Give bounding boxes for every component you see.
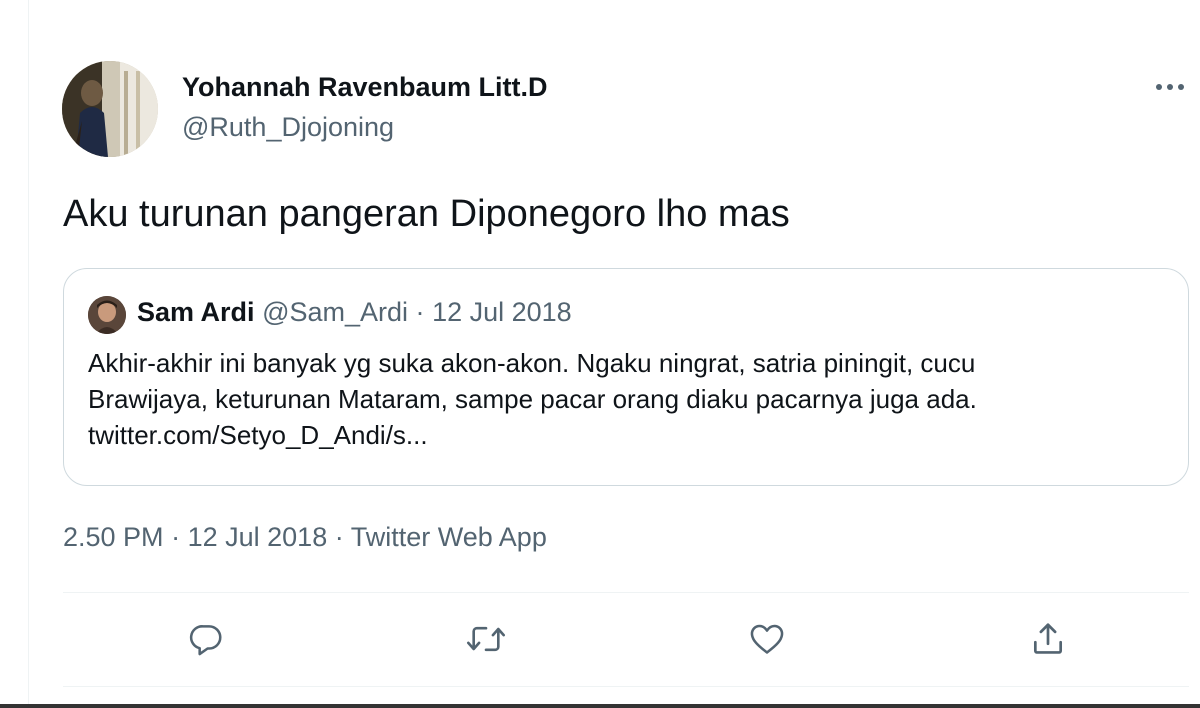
quoted-author-handle[interactable]: @Sam_Ardi xyxy=(262,297,408,327)
like-button[interactable] xyxy=(742,614,792,664)
quoted-separator: · xyxy=(415,297,425,327)
avatar-photo xyxy=(62,61,158,157)
column-border xyxy=(28,0,29,708)
screen-edge xyxy=(0,704,1200,708)
meta-separator: · xyxy=(334,522,344,552)
share-button[interactable] xyxy=(1023,614,1073,664)
more-options-button[interactable] xyxy=(1150,72,1190,102)
quoted-tweet-card[interactable]: Sam Ardi @Sam_Ardi · 12 Jul 2018 Akhir-a… xyxy=(63,268,1189,486)
quoted-link[interactable]: twitter.com/Setyo_D_Andi/s... xyxy=(88,417,1168,453)
quoted-date[interactable]: 12 Jul 2018 xyxy=(432,297,572,327)
author-handle[interactable]: @Ruth_Djojoning xyxy=(182,112,394,143)
divider-top xyxy=(63,592,1189,593)
quoted-header: Sam Ardi @Sam_Ardi · 12 Jul 2018 xyxy=(137,297,572,328)
quoted-text: Akhir-akhir ini banyak yg suka akon-akon… xyxy=(88,345,1168,453)
retweet-button[interactable] xyxy=(461,614,511,664)
tweet-date[interactable]: 12 Jul 2018 xyxy=(188,522,328,552)
tweet-source[interactable]: Twitter Web App xyxy=(351,522,547,552)
share-icon xyxy=(1033,623,1063,654)
retweet-icon xyxy=(467,626,505,652)
quoted-text-line: Brawijaya, keturunan Mataram, sampe paca… xyxy=(88,384,977,414)
reply-icon xyxy=(189,625,222,656)
tweet-metadata: 2.50 PM · 12 Jul 2018 · Twitter Web App xyxy=(63,522,547,553)
tweet-time[interactable]: 2.50 PM xyxy=(63,522,164,552)
reply-button[interactable] xyxy=(181,614,231,664)
quoted-avatar-photo xyxy=(88,296,126,334)
divider-bottom xyxy=(63,686,1189,687)
meta-separator: · xyxy=(171,522,181,552)
more-icon xyxy=(1156,84,1184,90)
tweet-actions xyxy=(63,594,1189,686)
quoted-author-name[interactable]: Sam Ardi xyxy=(137,297,255,327)
quoted-text-line: Akhir-akhir ini banyak yg suka akon-akon… xyxy=(88,348,976,378)
author-name[interactable]: Yohannah Ravenbaum Litt.D xyxy=(182,72,548,103)
tweet-page: Yohannah Ravenbaum Litt.D @Ruth_Djojonin… xyxy=(0,0,1200,708)
author-avatar[interactable] xyxy=(62,61,158,157)
heart-icon xyxy=(750,624,784,654)
quoted-author-avatar[interactable] xyxy=(88,296,126,334)
tweet-text: Aku turunan pangeran Diponegoro lho mas xyxy=(63,193,790,235)
